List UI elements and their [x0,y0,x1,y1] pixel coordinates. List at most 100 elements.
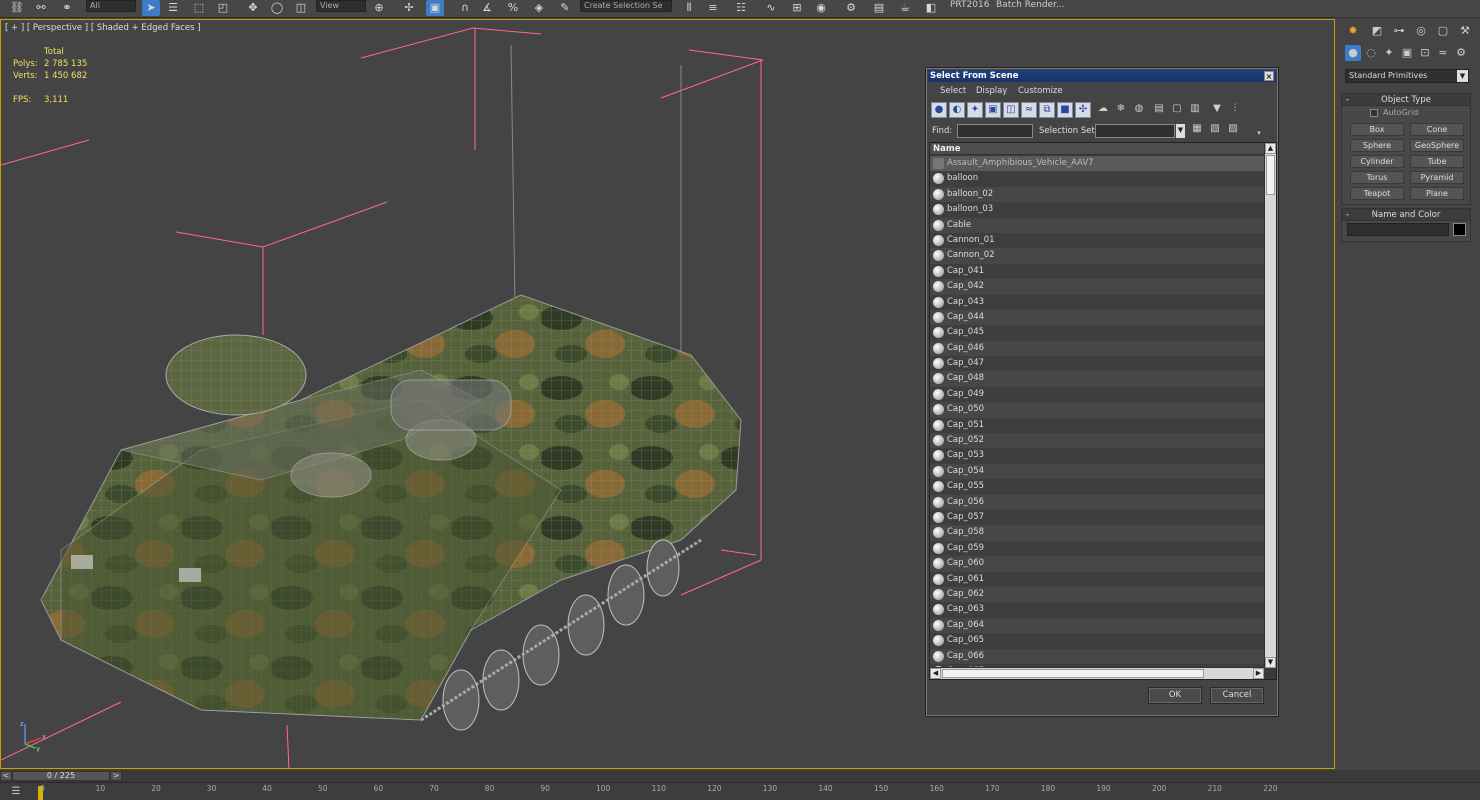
list-item[interactable]: Cap_060 [930,556,1264,572]
object-type-header[interactable]: - Object Type [1342,94,1470,106]
name-and-color-header[interactable]: - Name and Color [1342,209,1470,221]
scroll-left-icon[interactable]: ◀ [930,668,941,679]
delete-selection-set-icon[interactable]: ▨ [1225,122,1241,138]
torus-button[interactable]: Torus [1350,171,1404,184]
spinner-snap-icon[interactable]: ◈ [530,0,548,16]
scale-icon[interactable]: ◫ [292,0,310,16]
chevron-down-icon[interactable]: ▼ [1176,124,1185,138]
dialog-title-bar[interactable]: Select From Scene × [928,70,1276,82]
list-item[interactable]: Cap_065 [930,633,1264,649]
display-shapes-icon[interactable]: ◐ [949,102,965,118]
tube-button[interactable]: Tube [1410,155,1464,168]
cylinder-button[interactable]: Cylinder [1350,155,1404,168]
menu-customize[interactable]: Customize [1018,86,1063,96]
list-item[interactable]: balloon [930,171,1264,187]
schematic-view-icon[interactable]: ⊞ [788,0,806,16]
list-item[interactable]: Cap_053 [930,448,1264,464]
list-item[interactable]: Cap_044 [930,309,1264,326]
list-item[interactable]: Cap_059 [930,540,1264,557]
list-item[interactable]: Cap_043 [930,294,1264,310]
category-dropdown[interactable]: Standard Primitives ▼ [1345,69,1469,83]
list-item[interactable]: Cannon_01 [930,232,1264,249]
display-frozen-icon[interactable]: ❄ [1113,102,1129,118]
track-bar[interactable]: ☰ 0 10 20 30 40 50 60 70 80 90 100 110 120 130 140 150 1… [0,782,1480,800]
time-slider-thumb[interactable]: 0 / 225 [12,771,110,781]
select-object-icon[interactable]: ➤ [142,0,160,16]
keyboard-shortcut-icon[interactable]: ▣ [426,0,444,16]
time-next-button[interactable]: > [110,771,122,781]
display-helpers-icon[interactable]: ◫ [1003,102,1019,118]
list-item[interactable]: balloon_03 [930,202,1264,218]
edit-selection-set-icon[interactable]: ▧ [1207,122,1223,138]
list-item[interactable]: Cap_047 [930,356,1264,372]
list-item[interactable]: Cap_058 [930,525,1264,541]
modify-tab-icon[interactable]: ◩ [1369,23,1385,39]
display-all-icon[interactable]: ▤ [1151,102,1167,118]
sphere-button[interactable]: Sphere [1350,139,1404,152]
filter-icon[interactable]: ▼ [1209,102,1225,118]
list-item[interactable]: Cap_049 [930,386,1264,403]
time-prev-button[interactable]: < [0,771,12,781]
list-item[interactable]: Cap_048 [930,371,1264,387]
column-header-name[interactable]: Name [930,143,1264,155]
list-item[interactable]: Cap_062 [930,586,1264,603]
list-item[interactable]: Cap_064 [930,617,1264,634]
list-item[interactable]: Cap_052 [930,433,1264,449]
vertical-scroll-thumb[interactable] [1266,155,1275,195]
display-containers-icon[interactable]: ☁ [1095,102,1111,118]
object-color-swatch[interactable] [1453,223,1466,236]
space-warps-icon[interactable]: ≈ [1435,45,1451,61]
rendered-frame-window-icon[interactable]: ▤ [870,0,888,16]
select-by-name-icon[interactable]: ☰ [164,0,182,16]
display-lights-icon[interactable]: ✦ [967,102,983,118]
window-crossing-icon[interactable]: ◰ [214,0,232,16]
display-space-warps-icon[interactable]: ≈ [1021,102,1037,118]
list-item[interactable]: Cap_066 [930,648,1264,664]
close-icon[interactable]: × [1264,71,1274,81]
horizontal-scrollbar[interactable]: ◀ ▶ [930,667,1264,679]
systems-icon[interactable]: ⚙ [1453,45,1469,61]
shapes-icon[interactable]: ◌ [1363,45,1379,61]
object-name-input[interactable] [1347,223,1449,236]
selection-filter-dropdown[interactable]: All [86,0,136,12]
pivot-center-icon[interactable]: ⊕ [370,0,388,16]
percent-snap-icon[interactable]: % [504,0,522,16]
list-item[interactable]: Cap_057 [930,509,1264,526]
selection-set-input[interactable] [1095,124,1175,138]
display-invert-icon[interactable]: ▥ [1187,102,1203,118]
rotate-icon[interactable]: ◯ [268,0,286,16]
vertical-scrollbar[interactable]: ▲ ▼ [1264,143,1276,668]
create-tab-icon[interactable]: ✸ [1345,23,1361,39]
filter-settings-icon[interactable]: ⫶ [1227,102,1243,118]
geosphere-button[interactable]: GeoSphere [1410,139,1464,152]
list-item[interactable]: Cap_046 [930,340,1264,357]
material-editor-icon[interactable]: ◉ [812,0,830,16]
mini-curve-editor-icon[interactable]: ☰ [6,786,26,798]
list-item[interactable]: Cap_063 [930,602,1264,618]
snap-toggle-icon[interactable]: ∩ [456,0,474,16]
display-hidden-icon[interactable]: ◍ [1131,102,1147,118]
motion-tab-icon[interactable]: ◎ [1413,23,1429,39]
select-manipulate-icon[interactable]: ✢ [400,0,418,16]
display-none-icon[interactable]: ▢ [1169,102,1185,118]
render-setup-icon[interactable]: ⚙ [842,0,860,16]
list-item[interactable]: Cap_045 [930,325,1264,341]
list-item[interactable]: Cap_041 [930,263,1264,280]
list-item[interactable]: Cap_051 [930,417,1264,434]
list-item[interactable]: Cable [930,217,1264,233]
angle-snap-icon[interactable]: ∡ [478,0,496,16]
edit-named-selection-icon[interactable]: ✎ [556,0,574,16]
box-button[interactable]: Box [1350,123,1404,136]
autogrid-checkbox[interactable]: AutoGrid [1370,108,1418,117]
named-selection-dropdown[interactable]: Create Selection Se [580,0,672,12]
list-item[interactable]: Cap_056 [930,494,1264,510]
scroll-down-icon[interactable]: ▼ [1265,657,1276,668]
find-input[interactable] [957,124,1033,138]
list-item[interactable]: Cannon_02 [930,248,1264,264]
menu-display[interactable]: Display [976,86,1007,96]
scroll-up-icon[interactable]: ▲ [1265,143,1276,154]
horizontal-scroll-thumb[interactable] [942,669,1204,678]
mirror-icon[interactable]: ⫴ [680,0,698,16]
list-item[interactable]: Cap_054 [930,463,1264,480]
geometry-icon[interactable]: ● [1345,45,1361,61]
